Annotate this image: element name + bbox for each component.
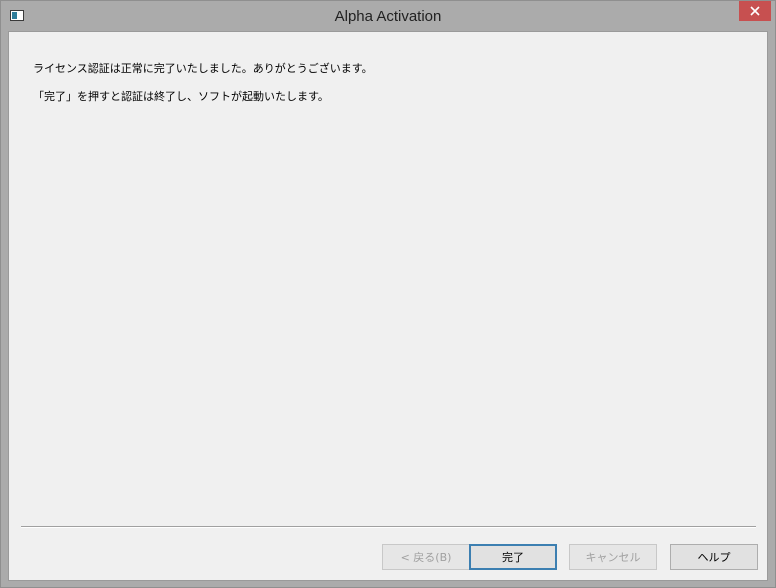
close-button[interactable] — [739, 1, 771, 21]
wizard-content-panel: ライセンス認証は正常に完了いたしました。ありがとうございます。 「完了」を押すと… — [8, 31, 768, 581]
cancel-button[interactable]: キャンセル — [569, 544, 657, 570]
help-button[interactable]: ヘルプ — [670, 544, 758, 570]
back-button[interactable]: < 戻る(B) — [382, 544, 470, 570]
button-separator — [21, 526, 756, 528]
wizard-window: Alpha Activation ライセンス認証は正常に完了いたしました。ありが… — [0, 0, 776, 588]
window-title: Alpha Activation — [334, 8, 442, 25]
completion-message: ライセンス認証は正常に完了いたしました。ありがとうございます。 — [33, 62, 373, 75]
instruction-message: 「完了」を押すと認証は終了し、ソフトが起動いたします。 — [33, 90, 329, 103]
finish-button[interactable]: 完了 — [469, 544, 557, 570]
close-icon — [750, 6, 760, 16]
title-bar[interactable]: Alpha Activation — [1, 1, 775, 31]
